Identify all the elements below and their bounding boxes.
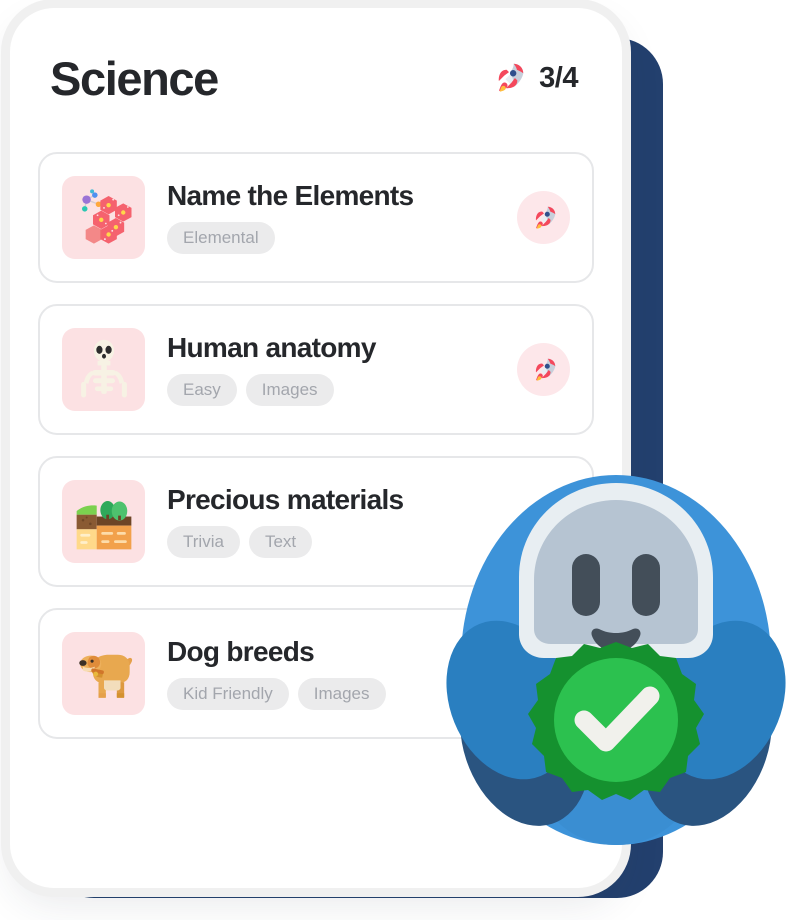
geology-strata-icon	[62, 480, 145, 563]
quiz-tag-list: Trivia Text	[167, 525, 507, 558]
quiz-tag: Trivia	[167, 525, 240, 558]
quiz-card-body: Precious materials Trivia Text	[145, 484, 507, 558]
screenshot-stage: Science 3/4 Name the Elements Elemental …	[0, 0, 793, 920]
rocket-badge[interactable]	[517, 343, 570, 396]
rocket-icon	[490, 59, 528, 97]
progress-indicator: 3/4	[490, 59, 578, 97]
quiz-card-body: Human anatomy Easy Images	[145, 332, 507, 406]
quiz-card[interactable]: Name the Elements Elemental	[38, 152, 594, 283]
quiz-title: Dog breeds	[167, 636, 315, 668]
quiz-tag: Images	[297, 677, 386, 710]
quiz-tag: Elemental	[167, 221, 275, 254]
quiz-tag-list: Kid Friendly Images	[167, 677, 507, 710]
molecule-hexagons-icon	[62, 176, 145, 259]
quiz-title: Precious materials	[167, 484, 404, 516]
quiz-tag: Images	[245, 373, 334, 406]
quiz-title: Name the Elements	[167, 180, 414, 212]
quiz-card[interactable]: Human anatomy Easy Images	[38, 304, 594, 435]
quiz-tag: Easy	[167, 373, 237, 406]
quiz-title: Human anatomy	[167, 332, 376, 364]
quiz-list: Name the Elements Elemental Human anatom…	[10, 152, 622, 739]
quiz-tag-list: Elemental	[167, 221, 507, 254]
quiz-tag: Kid Friendly	[167, 677, 289, 710]
rocket-badge[interactable]	[517, 191, 570, 244]
page-title: Science	[50, 51, 219, 105]
quiz-card-body: Dog breeds Kid Friendly Images	[145, 636, 507, 710]
quiz-card[interactable]: Precious materials Trivia Text	[38, 456, 594, 587]
quiz-card-body: Name the Elements Elemental	[145, 180, 507, 254]
quiz-card[interactable]: Dog breeds Kid Friendly Images	[38, 608, 594, 739]
dog-icon	[62, 632, 145, 715]
quiz-panel: Science 3/4 Name the Elements Elemental …	[10, 8, 622, 888]
progress-count: 3/4	[539, 61, 578, 94]
quiz-tag: Text	[248, 525, 313, 558]
panel-header: Science 3/4	[10, 8, 622, 148]
skeleton-icon	[62, 328, 145, 411]
quiz-tag-list: Easy Images	[167, 373, 507, 406]
